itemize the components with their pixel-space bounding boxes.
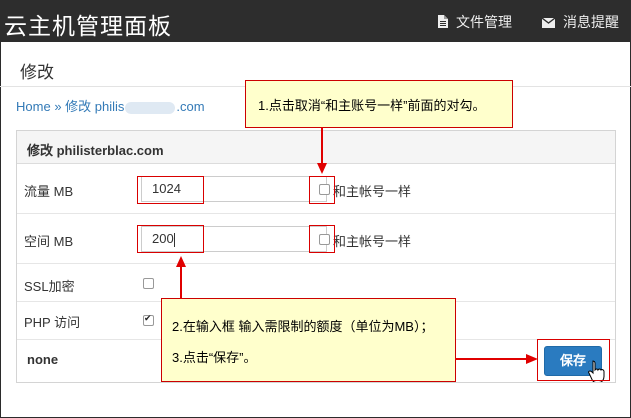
nav-file-manager[interactable]: 文件管理 (438, 12, 512, 32)
breadcrumb-current-suffix: .com (176, 99, 205, 114)
brand-title[interactable]: 云主机管理面板 (4, 7, 172, 41)
envelope-icon (541, 15, 556, 31)
arrow-step1-head (317, 163, 327, 174)
ssl-label: SSL加密 (24, 279, 75, 294)
space-same-as-main-label: 和主帐号一样 (333, 234, 412, 249)
callout-step2-text: 2.在输入框 输入需限制的额度（单位为MB）； (172, 319, 434, 334)
breadcrumb-current-prefix: 修改 philis (65, 99, 125, 114)
nav-messages[interactable]: 消息提醒 (541, 12, 619, 32)
callout-step1-text: 1.点击取消“和主账号一样”前面的对勾。 (258, 98, 486, 113)
top-navbar: 云主机管理面板 文件管理 消息提醒 (0, 0, 631, 42)
highlight-save-button (537, 339, 610, 381)
nav-messages-label: 消息提醒 (563, 14, 619, 30)
arrow-step3-line (455, 358, 527, 360)
php-checkbox[interactable] (143, 313, 154, 326)
arrow-step2-line (180, 266, 182, 299)
ssl-row: SSL加密 (17, 264, 615, 302)
ssl-checkbox[interactable] (143, 278, 154, 289)
highlight-traffic-input (137, 176, 204, 204)
arrow-step2-head (176, 256, 186, 267)
highlight-space-input (137, 225, 204, 253)
callout-step2-3: 2.在输入框 输入需限制的额度（单位为MB）； 3.点击“保存”。 (161, 298, 456, 382)
panel-heading: 修改 philisterblac.com (17, 131, 615, 164)
callout-step1: 1.点击取消“和主账号一样”前面的对勾。 (245, 80, 513, 128)
panel-heading-text: 修改 philisterblac.com (27, 143, 164, 158)
php-label: PHP 访问 (24, 315, 81, 330)
breadcrumb-home-link[interactable]: Home (16, 99, 51, 114)
highlight-space-checkbox (309, 225, 335, 253)
space-label: 空间 MB (24, 234, 74, 249)
traffic-same-as-main-label: 和主帐号一样 (333, 184, 412, 199)
callout-step3-text: 3.点击“保存”。 (172, 350, 257, 365)
breadcrumb: Home » 修改 philis .com (16, 96, 205, 115)
page-title: 修改 (20, 63, 54, 82)
arrow-step3-head (526, 354, 538, 364)
breadcrumb-blurred-text (125, 101, 176, 114)
file-icon (438, 15, 448, 31)
nav-file-manager-label: 文件管理 (456, 14, 512, 30)
breadcrumb-separator: » (54, 99, 62, 114)
arrow-step1-line (321, 127, 323, 165)
footer-none-label: none (27, 352, 59, 367)
traffic-label: 流量 MB (24, 184, 74, 199)
highlight-traffic-checkbox (309, 176, 335, 204)
